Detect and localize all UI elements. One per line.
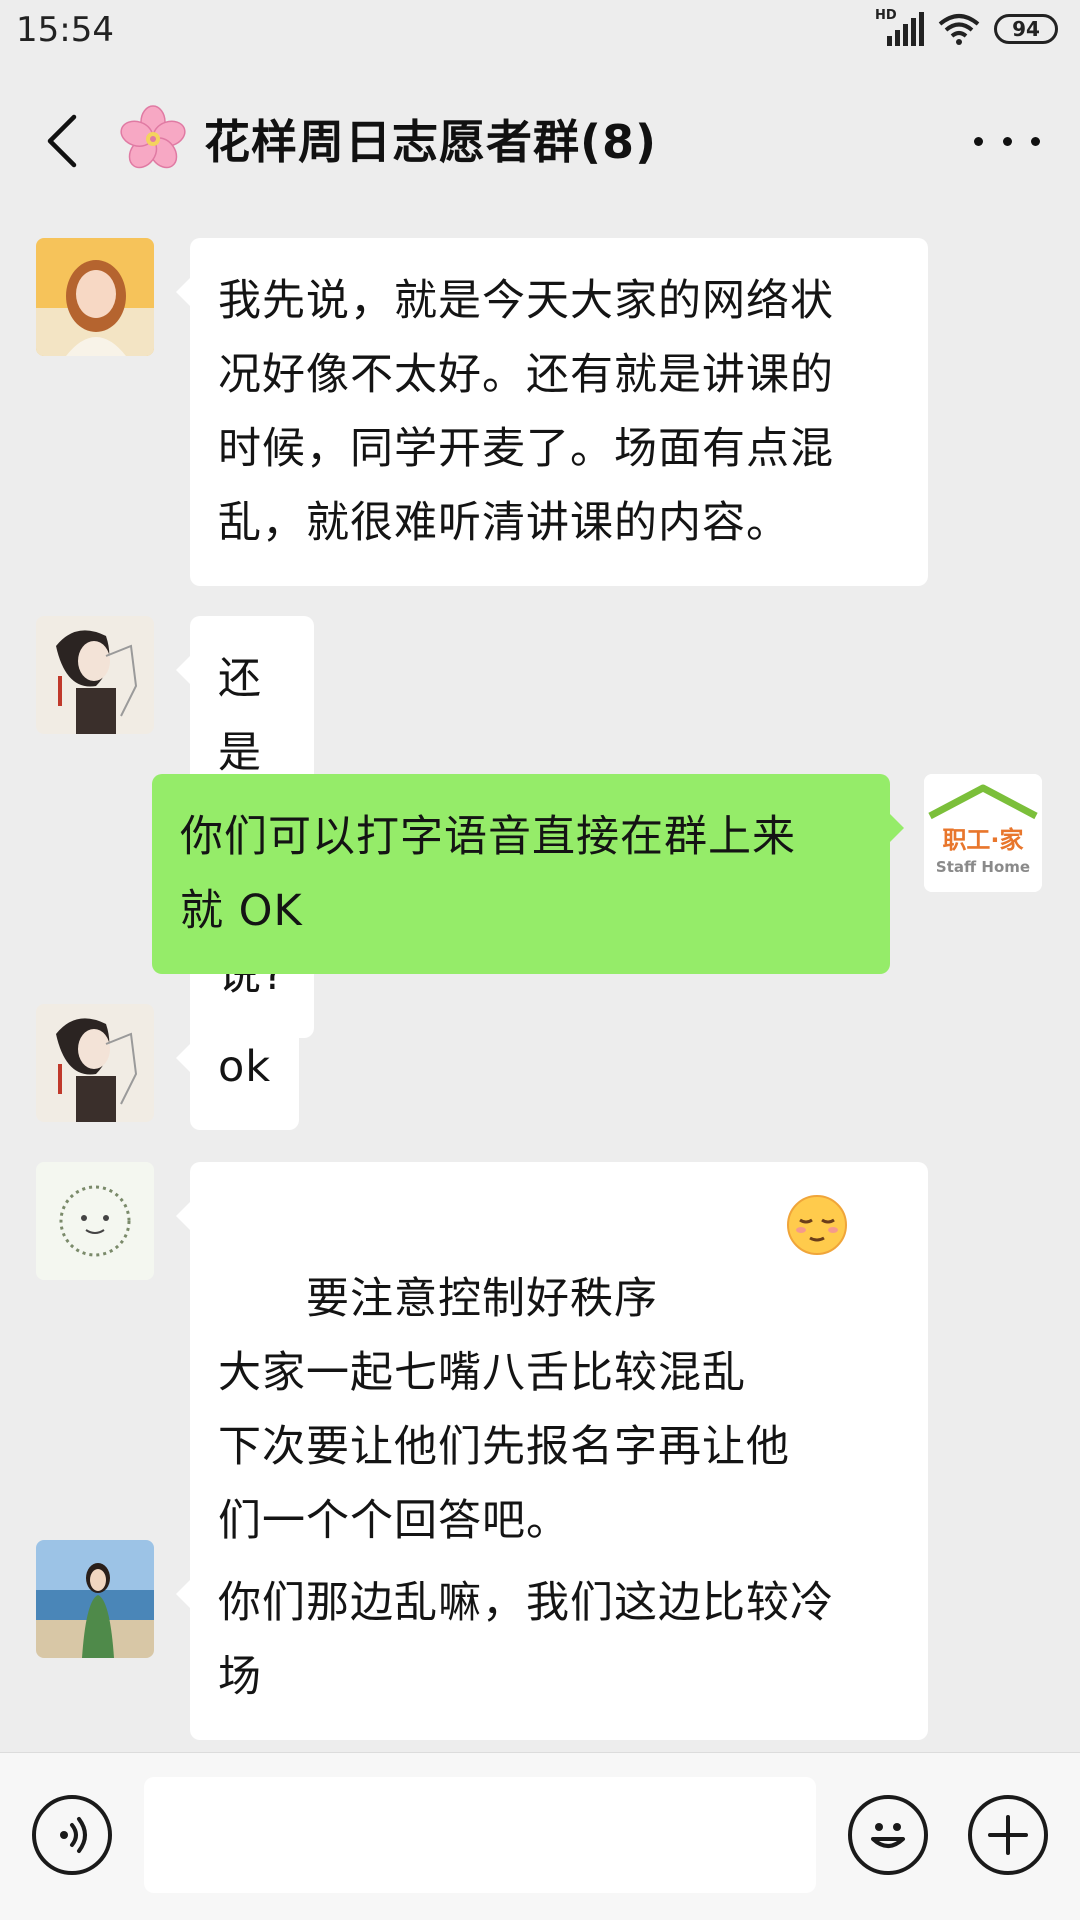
message-input[interactable] [144,1777,816,1893]
cell-signal-icon: HD [875,8,924,46]
avatar-sun-sketch[interactable] [36,1162,154,1280]
plus-icon [988,1815,1028,1855]
status-time: 15:54 [16,10,114,50]
message-bubble[interactable]: 你们那边乱嘛，我们这边比较冷 场 [176,1540,928,1740]
cherry-blossom-icon [120,105,186,169]
avatar-beach-girl[interactable] [36,1540,154,1658]
chat-screen: 15:54 HD 94 花样周日志愿者群(8) 我先说，就是今天大家的网络状 况… [0,0,1080,1920]
status-icons: HD 94 [875,8,1058,46]
wifi-icon [938,14,980,45]
message-bubble[interactable]: 我先说，就是今天大家的网络状 况好像不太好。还有就是讲课的 时候，同学开麦了。场… [176,238,928,586]
relieved-face-emoji [787,1195,847,1255]
logo-en-text: Staff Home [936,858,1030,876]
staff-home-logo: 职工·家 Staff Home [924,774,1042,892]
message-text: 要注意控制好秩序 大家一起七嘴八舌比较混乱 下次要让他们先报名字再让他 们一个个… [218,1274,790,1546]
more-button[interactable] [974,126,1040,156]
title-bar: 花样周日志愿者群(8) [0,76,1080,206]
plus-button[interactable] [968,1795,1048,1875]
battery-indicator: 94 [994,14,1058,44]
chat-title: 花样周日志愿者群(8) [204,115,658,169]
voice-button[interactable] [32,1795,112,1875]
avatar-drawn-girl[interactable] [36,616,154,734]
more-icon [974,136,983,146]
avatar-staff-home-logo[interactable]: 职工·家 Staff Home [924,774,1042,892]
input-bar [0,1752,1080,1920]
logo-cn-text: 职工·家 [942,826,1023,854]
avatar-drawn-girl[interactable] [36,1004,154,1122]
status-bar: 15:54 HD 94 [0,0,1080,66]
voice-icon [60,1817,87,1853]
message-bubble-self[interactable]: 你们可以打字语音直接在群上来 就 OK [152,774,904,974]
back-arrow-icon [47,114,77,168]
emoji-icon [871,1823,905,1848]
title-wrap: 花样周日志愿者群(8) [118,104,657,174]
message-bubble[interactable]: ok [175,1004,300,1130]
back-button[interactable] [32,106,92,176]
avatar-girl-yellow[interactable] [36,238,154,356]
emoji-button[interactable] [848,1795,928,1875]
network-type-label: HD [875,8,897,23]
